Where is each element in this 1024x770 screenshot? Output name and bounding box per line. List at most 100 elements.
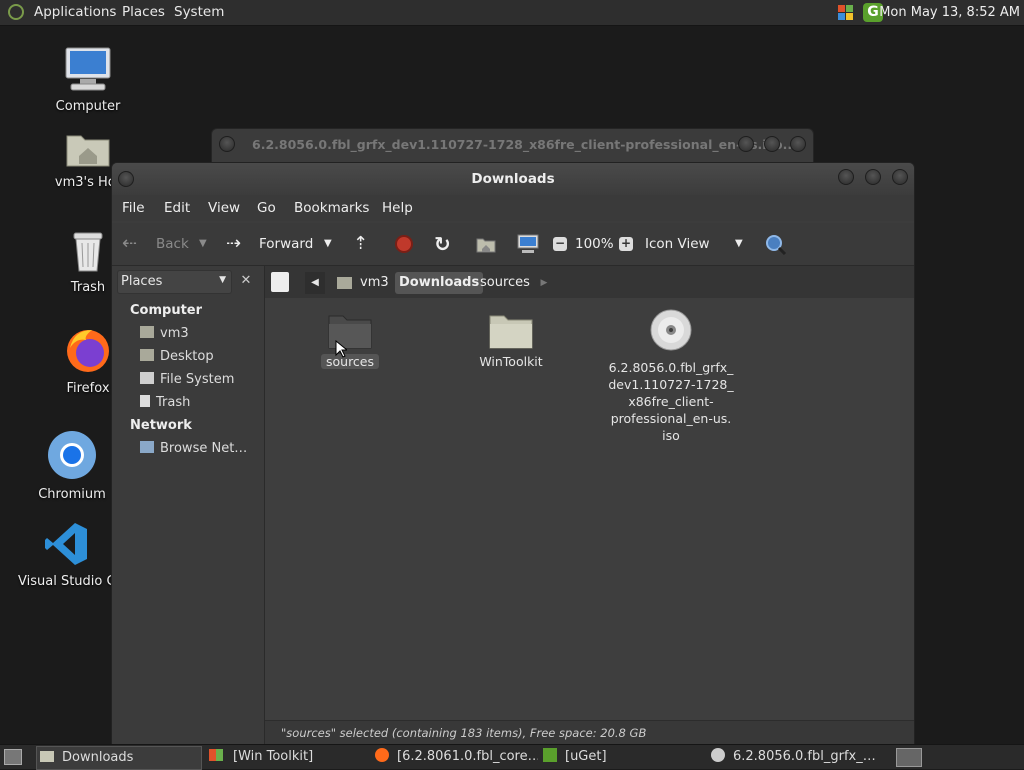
- folder-icon: [328, 315, 372, 349]
- forward-arrow-icon[interactable]: ⇢: [226, 223, 241, 265]
- breadcrumb-sources[interactable]: sources: [476, 272, 534, 294]
- breadcrumb-vm3[interactable]: vm3: [356, 272, 393, 294]
- maximize-button[interactable]: [865, 169, 881, 185]
- menu-go[interactable]: Go: [257, 200, 276, 216]
- sidebar-item-browse-network[interactable]: Browse Net…: [140, 441, 247, 456]
- path-right-arrow-icon[interactable]: ▶: [537, 272, 551, 294]
- up-arrow-icon[interactable]: ⇡: [353, 223, 368, 265]
- system-menu[interactable]: System: [174, 0, 224, 25]
- sidebar-item-label: Browse Net…: [160, 441, 248, 456]
- minimize-button[interactable]: [738, 136, 754, 152]
- computer-icon[interactable]: [517, 234, 539, 258]
- task-label: [6.2.8061.0.fbl_core…: [397, 749, 538, 764]
- desktop-chromium-icon[interactable]: Chromium: [36, 430, 108, 502]
- file-item-wintoolkit[interactable]: WinToolkit: [471, 310, 551, 369]
- minimize-button[interactable]: [838, 169, 854, 185]
- sidebar-item-label: Desktop: [160, 349, 214, 364]
- clock[interactable]: Mon May 13, 8:52 AM: [879, 0, 1020, 25]
- menu-help[interactable]: Help: [382, 200, 413, 216]
- trash-icon: [140, 395, 150, 407]
- task-firefox[interactable]: [6.2.8061.0.fbl_core…: [372, 746, 538, 768]
- menu-edit[interactable]: Edit: [164, 200, 190, 216]
- sidebar-item-file-system[interactable]: File System: [140, 372, 234, 387]
- distro-logo-icon[interactable]: [8, 4, 24, 20]
- windows-flag-icon: [209, 749, 223, 761]
- status-bar: "sources" selected (containing 183 items…: [265, 720, 914, 746]
- desktop-folder-icon: [140, 349, 154, 361]
- window-titlebar[interactable]: Downloads: [112, 163, 914, 195]
- folder-icon: [489, 315, 533, 349]
- back-arrow-icon[interactable]: ⇠: [122, 223, 137, 265]
- desktop-vscode-icon[interactable]: Visual Studio Co: [18, 521, 124, 589]
- zoom-out-icon[interactable]: −: [553, 237, 567, 251]
- breadcrumb-home-icon: [337, 277, 352, 289]
- windows-flag-icon[interactable]: [838, 5, 854, 20]
- workspace-switcher-icon[interactable]: [896, 748, 922, 767]
- home-icon[interactable]: [476, 235, 496, 257]
- reload-icon[interactable]: ↻: [434, 223, 451, 265]
- edit-location-icon[interactable]: [271, 272, 289, 292]
- applications-menu[interactable]: Applications: [34, 0, 116, 25]
- background-window[interactable]: 6.2.8056.0.fbl_grfx_dev1.110727-1728_x86…: [211, 128, 814, 166]
- file-name-line: x86fre_client-: [628, 394, 714, 409]
- firefox-icon: [375, 748, 389, 762]
- window-title: Downloads: [471, 171, 555, 187]
- file-name-line: dev1.110727-1728_: [608, 377, 734, 392]
- desktop-icon-label: Computer: [55, 99, 121, 114]
- sidebar-places-select[interactable]: Places ▼: [117, 270, 232, 294]
- top-panel: Applications Places System G Mon May 13,…: [0, 0, 1024, 26]
- close-button[interactable]: [892, 169, 908, 185]
- file-name: WinToolkit: [479, 354, 543, 369]
- home-folder-icon: [66, 135, 110, 167]
- file-manager-window: Downloads File Edit View Go Bookmarks He…: [111, 162, 915, 747]
- forward-button[interactable]: Forward: [259, 223, 313, 265]
- breadcrumb-downloads[interactable]: Downloads: [395, 272, 484, 294]
- drive-icon: [140, 372, 154, 384]
- task-uget[interactable]: [uGet]: [540, 746, 700, 768]
- view-mode-select[interactable]: Icon View: [645, 223, 710, 265]
- path-left-arrow-icon[interactable]: ◀: [305, 272, 325, 294]
- disc-image-icon: [650, 309, 692, 351]
- show-desktop-icon[interactable]: [4, 749, 22, 765]
- back-button[interactable]: Back: [156, 223, 189, 265]
- path-bar: ◀ vm3 Downloads sources ▶: [265, 266, 914, 298]
- sidebar-item-desktop[interactable]: Desktop: [140, 349, 214, 364]
- background-window-title: 6.2.8056.0.fbl_grfx_dev1.110727-1728_x86…: [252, 137, 797, 152]
- task-label: Downloads: [62, 750, 134, 765]
- zoom-level[interactable]: 100%: [575, 223, 614, 265]
- menu-view[interactable]: View: [208, 200, 240, 216]
- sidebar: Places ▼ ✕ Computer vm3 Desktop File Sys…: [112, 266, 265, 746]
- close-button[interactable]: [790, 136, 806, 152]
- forward-history-chevron-icon[interactable]: ▼: [324, 223, 332, 265]
- back-history-chevron-icon[interactable]: ▼: [199, 223, 207, 265]
- file-item-iso[interactable]: 6.2.8056.0.fbl_grfx_ dev1.110727-1728_ x…: [603, 308, 739, 444]
- file-name-line: 6.2.8056.0.fbl_grfx_: [608, 360, 734, 375]
- folder-icon: [40, 751, 54, 762]
- file-view[interactable]: sources WinToolkit 6.2.8056.0.fbl_grfx_ …: [265, 298, 914, 720]
- task-label: [uGet]: [565, 749, 607, 764]
- network-icon: [140, 441, 154, 453]
- desktop-icon-label: Visual Studio Co: [18, 574, 124, 589]
- stop-icon[interactable]: [395, 235, 413, 253]
- zoom-in-icon[interactable]: +: [619, 237, 633, 251]
- window-menu-button[interactable]: [219, 136, 235, 152]
- sidebar-select-label: Places: [121, 274, 163, 289]
- search-icon[interactable]: [765, 234, 787, 260]
- maximize-button[interactable]: [764, 136, 780, 152]
- sidebar-item-vm3[interactable]: vm3: [140, 326, 189, 341]
- menu-file[interactable]: File: [122, 200, 145, 216]
- task-downloads[interactable]: Downloads: [36, 746, 202, 770]
- toolbar: ⇠ Back ▼ ⇢ Forward ▼ ⇡ ↻ − 100% + Icon V…: [112, 223, 914, 266]
- view-mode-chevron-icon[interactable]: ▼: [735, 223, 743, 265]
- sidebar-close-icon[interactable]: ✕: [236, 270, 256, 292]
- file-item-sources[interactable]: sources: [321, 310, 379, 369]
- task-iso-window[interactable]: 6.2.8056.0.fbl_grfx_…: [708, 746, 884, 768]
- menu-bookmarks[interactable]: Bookmarks: [294, 200, 369, 216]
- task-win-toolkit[interactable]: [Win Toolkit]: [206, 746, 366, 768]
- desktop-computer-icon[interactable]: Computer: [52, 46, 124, 114]
- places-menu[interactable]: Places: [122, 0, 165, 25]
- disc-icon: [711, 748, 725, 762]
- sidebar-item-trash[interactable]: Trash: [140, 395, 190, 410]
- status-text: "sources" selected (containing 183 items…: [281, 726, 647, 740]
- file-name: sources: [321, 354, 379, 369]
